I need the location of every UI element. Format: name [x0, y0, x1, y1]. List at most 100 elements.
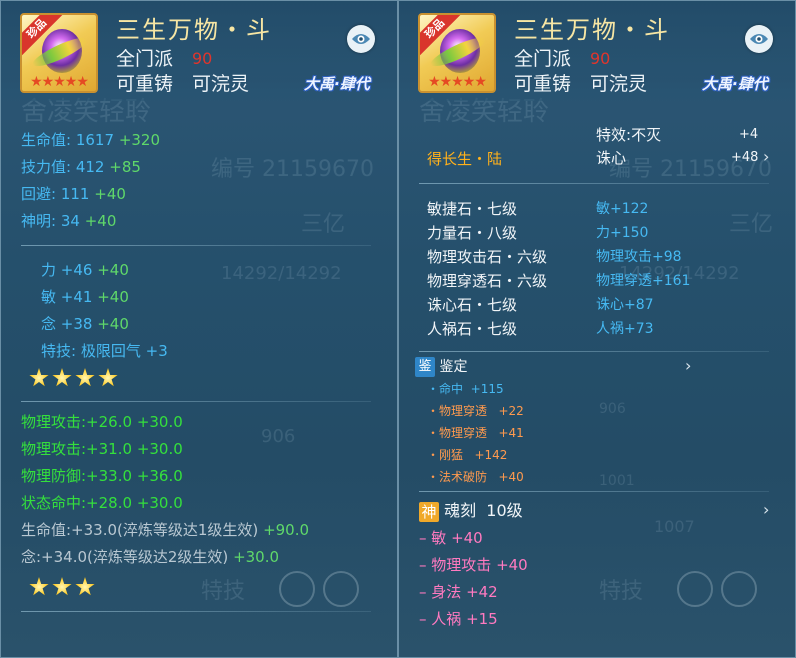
- stat-bonus: +40: [94, 185, 126, 203]
- wash-label: 可浣灵: [192, 73, 250, 95]
- appraise-badge: 鉴: [415, 357, 435, 377]
- stat-bonus: +40: [84, 212, 117, 230]
- skill-label: 特技:: [41, 342, 77, 360]
- item-tooltip-left: 舍凌笑轻聆 编号 21159670 三亿 14292/14292 906 特技 …: [0, 0, 398, 658]
- soul-level: 10级: [486, 501, 523, 520]
- refine-row: 物理攻击:+31.0 +30.0: [21, 439, 183, 459]
- appraise-item-value: +142: [474, 448, 508, 462]
- eye-icon: [352, 34, 370, 44]
- attr-value: +38: [60, 315, 93, 333]
- attr-bonus: +40: [97, 315, 129, 333]
- ghost-resources: 三亿: [729, 212, 774, 237]
- attr-bonus: +40: [97, 261, 129, 279]
- gem-effect-label: 敏: [596, 201, 610, 217]
- refine-locked-text: 生命值:+33.0(淬炼等级达1级生效): [21, 521, 259, 539]
- gem-effect-label: 物理攻击: [596, 249, 652, 265]
- appraise-item-value: +41: [498, 426, 524, 440]
- divider: [419, 491, 769, 492]
- maker-name: 得长生・陆: [427, 150, 503, 168]
- stat-label: 生命值:: [21, 131, 72, 149]
- chevron-right-icon[interactable]: ›: [763, 500, 769, 519]
- eye-toggle-button[interactable]: [347, 25, 375, 53]
- ghost-resources: 三亿: [301, 212, 346, 237]
- ghost-skill: 特技: [599, 579, 644, 604]
- stat-label: 神明:: [21, 212, 57, 230]
- eye-icon: [750, 34, 768, 44]
- gem-name: 人祸石・七级: [427, 320, 518, 338]
- refine-locked-text: 念:+34.0(淬炼等级达2级生效): [21, 548, 229, 566]
- recast-label: 可重铸: [514, 73, 572, 95]
- star-icon: [75, 577, 95, 596]
- soul-item: – 身法 +42: [419, 582, 498, 602]
- soul-item-name: – 物理攻击: [419, 556, 492, 574]
- soul-item: – 物理攻击 +40: [419, 555, 528, 575]
- soul-item-name: – 人祸: [419, 610, 462, 628]
- zhuxin-label: 诛心: [596, 149, 627, 167]
- refine-bonus: +36.0: [136, 467, 183, 485]
- server-tag: 大禹·肆代: [702, 75, 768, 93]
- chevron-right-icon[interactable]: ›: [685, 356, 691, 375]
- star-icon: [52, 368, 72, 387]
- gem-name: 诛心石・七级: [427, 296, 518, 314]
- stat-label: 技力值:: [21, 158, 72, 176]
- skill-value: +3: [145, 342, 168, 360]
- grade-stars: ★★★★★: [30, 74, 89, 90]
- appraise-item-name: ・物理穿透: [427, 426, 488, 440]
- gem-effect-label: 人祸: [596, 321, 624, 337]
- appraise-item: ・物理穿透 +22: [427, 401, 524, 421]
- gem-name: 敏捷石・七级: [427, 200, 518, 218]
- soul-header[interactable]: 神 魂刻 10级: [419, 499, 523, 523]
- eye-toggle-button[interactable]: [745, 25, 773, 53]
- stat-row: 回避: 111 +40: [21, 184, 126, 204]
- star-rating-bottom: [29, 577, 98, 599]
- refine-row: 物理攻击:+26.0 +30.0: [21, 412, 183, 432]
- soul-item: – 敏 +40: [419, 528, 483, 548]
- soul-item-name: – 身法: [419, 583, 462, 601]
- ghost-val3: 1001: [599, 473, 635, 489]
- server-tag: 大禹·肆代: [304, 75, 370, 93]
- ghost-skill-icon: [677, 571, 713, 607]
- effect-value: 不灭: [631, 126, 662, 144]
- divider: [21, 245, 371, 246]
- gem-effect: 诛心+87: [596, 295, 654, 315]
- appraise-label: 鉴定: [439, 359, 468, 375]
- stat-value: 412: [75, 158, 105, 176]
- stat-row: 生命值: 1617 +320: [21, 130, 160, 150]
- chevron-right-icon[interactable]: ›: [763, 147, 769, 166]
- attr-label: 敏: [41, 288, 57, 306]
- refine-locked-bonus: +30.0: [233, 548, 280, 566]
- appraise-item-value: +40: [498, 470, 524, 484]
- stat-bonus: +320: [118, 131, 161, 149]
- appraise-header[interactable]: 鉴 鉴定: [415, 357, 467, 377]
- soul-item-value: +42: [466, 583, 498, 601]
- item-tooltip-right: 舍凌笑轻聆 编号 21159670 三亿 14292/14292 906 100…: [398, 0, 796, 658]
- appraise-item-name: ・法术破防: [427, 470, 488, 484]
- star-rating-top: [29, 368, 121, 390]
- skill-name: 极限回气: [80, 342, 141, 360]
- ghost-skill-icon: [279, 571, 315, 607]
- ghost-val1: 906: [261, 426, 296, 447]
- star-icon: [75, 368, 95, 387]
- soul-item-value: +40: [496, 556, 528, 574]
- zhuxin-num: +48: [731, 150, 759, 165]
- refine-bonus: +30.0: [136, 413, 183, 431]
- divider: [419, 183, 769, 184]
- appraise-item: ・刚猛 +142: [427, 445, 507, 465]
- effect-label: 特效:: [596, 126, 632, 144]
- gem-effect-label: 诛心: [596, 297, 624, 313]
- item-name: 三生万物・斗: [116, 16, 272, 44]
- stat-row: 神明: 34 +40: [21, 211, 116, 231]
- stat-bonus: +85: [109, 158, 141, 176]
- gem-effect-value: +150: [610, 225, 649, 241]
- wash-label: 可浣灵: [590, 73, 648, 95]
- appraise-item-name: ・命中: [427, 382, 464, 396]
- stat-label: 回避:: [21, 185, 57, 203]
- star-icon: [29, 577, 49, 596]
- sect-label: 全门派: [514, 48, 572, 70]
- star-icon: [29, 368, 49, 387]
- item-level: 90: [192, 49, 213, 68]
- stat-row: 技力值: 412 +85: [21, 157, 141, 177]
- refine-row: 物理防御:+33.0 +36.0: [21, 466, 183, 486]
- stat-value: 111: [60, 185, 90, 203]
- recast-label: 可重铸: [116, 73, 174, 95]
